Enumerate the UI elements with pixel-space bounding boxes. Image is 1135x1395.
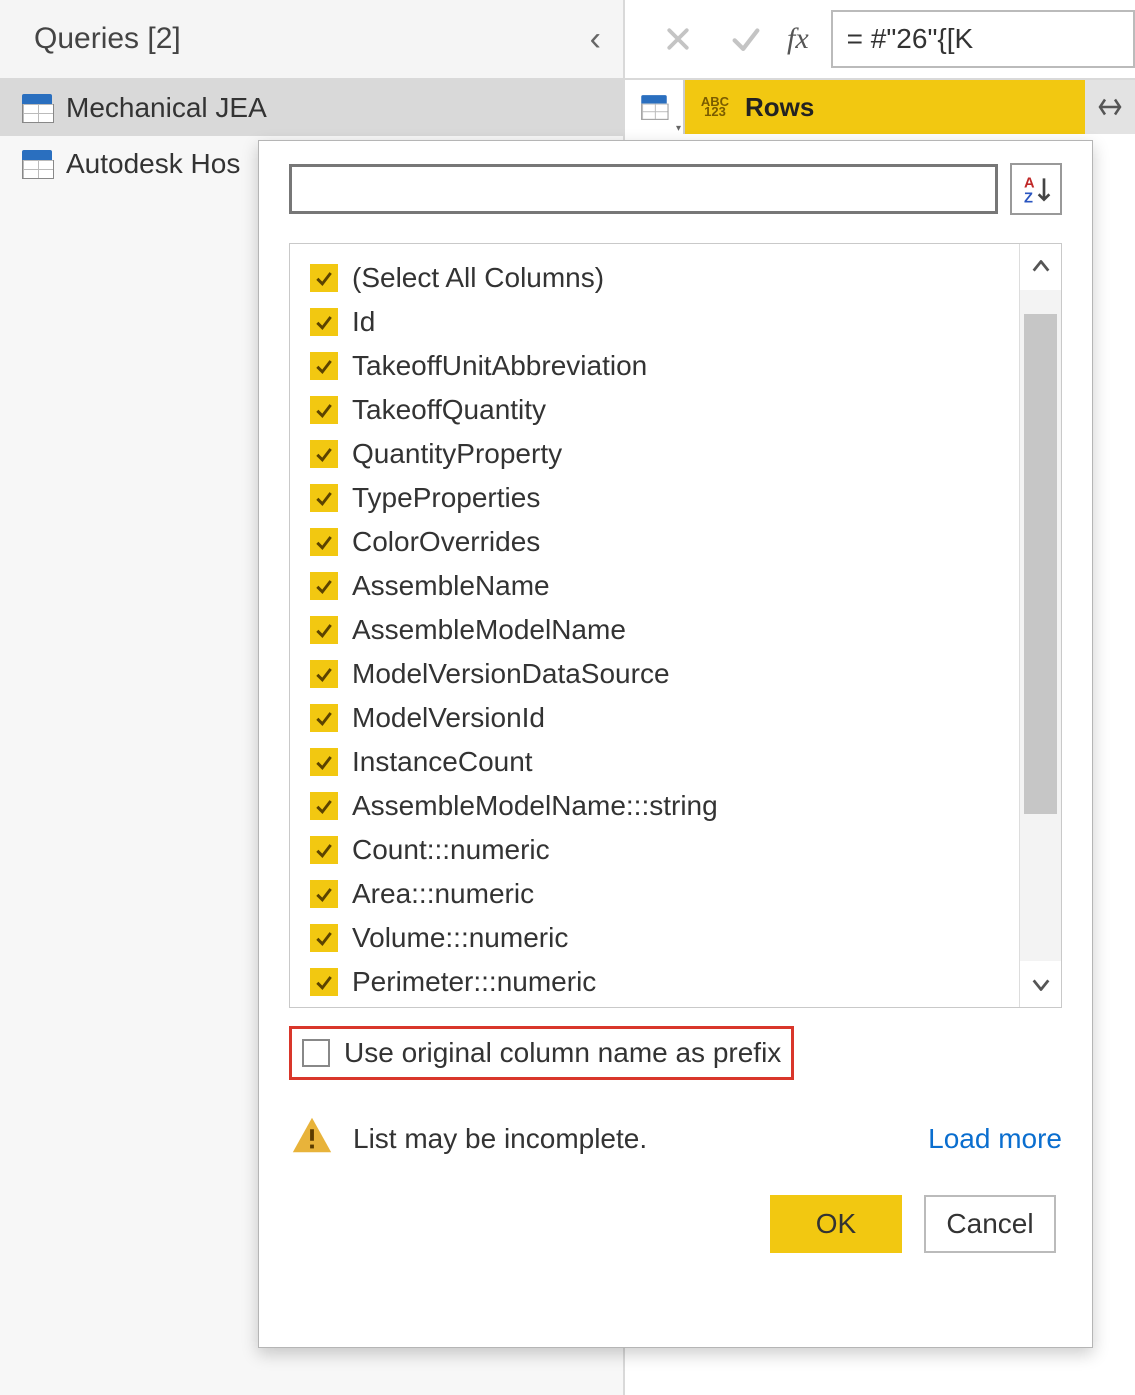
table-icon: [22, 150, 52, 178]
checkbox-checked-icon: [310, 264, 338, 292]
checkbox-checked-icon: [310, 704, 338, 732]
formula-input[interactable]: = #"26"{[K: [831, 10, 1135, 68]
column-option[interactable]: ModelVersionDataSource: [290, 652, 1019, 696]
use-original-prefix-checkbox[interactable]: Use original column name as prefix: [289, 1026, 794, 1080]
column-option[interactable]: TakeoffUnitAbbreviation: [290, 344, 1019, 388]
collapse-chevron-icon[interactable]: ‹: [590, 20, 601, 59]
query-item-label: Autodesk Hos: [66, 148, 240, 180]
dialog-buttons: OK Cancel: [259, 1165, 1092, 1253]
search-input[interactable]: [289, 164, 998, 214]
scrollbar[interactable]: [1019, 244, 1061, 1007]
scroll-down-icon[interactable]: [1020, 961, 1061, 1007]
checkbox-checked-icon: [310, 880, 338, 908]
prefix-label: Use original column name as prefix: [344, 1037, 781, 1069]
ok-button[interactable]: OK: [770, 1195, 902, 1253]
column-rows-header[interactable]: ABC123 Rows: [685, 80, 1085, 134]
chevron-down-icon: ▾: [676, 123, 681, 134]
table-icon: [22, 94, 52, 122]
column-option[interactable]: AssembleModelName:::string: [290, 784, 1019, 828]
expand-columns-dropdown: A Z (Select All Columns) Id TakeoffUnitAbb…: [258, 140, 1093, 1348]
column-option-label: ModelVersionId: [352, 702, 545, 734]
load-more-link[interactable]: Load more: [928, 1123, 1062, 1155]
fx-label[interactable]: fx: [787, 22, 809, 56]
queries-header: Queries [2] ‹: [0, 0, 623, 80]
cancel-icon[interactable]: [651, 12, 705, 66]
checkbox-checked-icon: [310, 660, 338, 688]
column-option-label: ModelVersionDataSource: [352, 658, 670, 690]
warning-row: List may be incomplete. Load more: [259, 1080, 1092, 1165]
column-option[interactable]: Count:::numeric: [290, 828, 1019, 872]
warning-text: List may be incomplete.: [353, 1123, 910, 1155]
warning-icon: [289, 1112, 335, 1165]
column-option[interactable]: Volume:::numeric: [290, 916, 1019, 960]
column-option[interactable]: AssembleName: [290, 564, 1019, 608]
column-option[interactable]: Length:::numeric: [290, 1004, 1019, 1007]
column-option[interactable]: InstanceCount: [290, 740, 1019, 784]
column-option-label: AssembleModelName: [352, 614, 626, 646]
column-option-label: AssembleModelName:::string: [352, 790, 718, 822]
expand-column-button[interactable]: [1085, 80, 1135, 134]
cancel-button[interactable]: Cancel: [924, 1195, 1056, 1253]
checkbox-checked-icon: [310, 308, 338, 336]
column-label: Rows: [745, 92, 1075, 123]
table-corner-button[interactable]: ▾: [625, 80, 685, 134]
columns-listbox: (Select All Columns) Id TakeoffUnitAbbrevi…: [289, 243, 1062, 1008]
checkbox-checked-icon: [310, 396, 338, 424]
column-option-label: ColorOverrides: [352, 526, 540, 558]
checkbox-checked-icon: [310, 528, 338, 556]
checkbox-checked-icon: [310, 748, 338, 776]
column-option-label: QuantityProperty: [352, 438, 562, 470]
sort-az-button[interactable]: A Z: [1010, 163, 1062, 215]
queries-title: Queries [2]: [34, 22, 181, 56]
checkbox-checked-icon: [310, 924, 338, 952]
checkbox-checked-icon: [310, 572, 338, 600]
formula-value: = #"26"{[K: [847, 23, 974, 55]
table-icon: [641, 95, 667, 119]
column-option-label: (Select All Columns): [352, 262, 604, 294]
column-option-label: Count:::numeric: [352, 834, 550, 866]
column-option[interactable]: (Select All Columns): [290, 256, 1019, 300]
datatype-any-icon: ABC123: [695, 90, 735, 124]
column-option[interactable]: ColorOverrides: [290, 520, 1019, 564]
column-option[interactable]: TypeProperties: [290, 476, 1019, 520]
column-option[interactable]: Perimeter:::numeric: [290, 960, 1019, 1004]
column-option-label: Perimeter:::numeric: [352, 966, 596, 998]
column-option-label: TakeoffUnitAbbreviation: [352, 350, 647, 382]
formula-bar-row: fx = #"26"{[K: [625, 0, 1135, 80]
column-option[interactable]: AssembleModelName: [290, 608, 1019, 652]
svg-text:A: A: [1024, 176, 1035, 192]
checkbox-checked-icon: [310, 836, 338, 864]
scroll-up-icon[interactable]: [1020, 244, 1061, 290]
svg-text:Z: Z: [1024, 190, 1033, 205]
checkbox-checked-icon: [310, 616, 338, 644]
column-option-label: Volume:::numeric: [352, 922, 568, 954]
column-option[interactable]: TakeoffQuantity: [290, 388, 1019, 432]
column-option[interactable]: ModelVersionId: [290, 696, 1019, 740]
column-option[interactable]: Id: [290, 300, 1019, 344]
column-option[interactable]: Area:::numeric: [290, 872, 1019, 916]
column-option-label: TypeProperties: [352, 482, 540, 514]
column-header-row: ▾ ABC123 Rows: [625, 80, 1135, 134]
query-item-mechanical-jea[interactable]: Mechanical JEA: [0, 80, 623, 136]
confirm-icon[interactable]: [719, 12, 773, 66]
checkbox-icon: [302, 1039, 330, 1067]
checkbox-checked-icon: [310, 792, 338, 820]
column-option-label: Area:::numeric: [352, 878, 534, 910]
checkbox-checked-icon: [310, 968, 338, 996]
query-item-label: Mechanical JEA: [66, 92, 267, 124]
checkbox-checked-icon: [310, 484, 338, 512]
column-option-label: Id: [352, 306, 375, 338]
column-option-label: InstanceCount: [352, 746, 533, 778]
column-option-label: TakeoffQuantity: [352, 394, 546, 426]
checkbox-checked-icon: [310, 440, 338, 468]
scroll-thumb[interactable]: [1024, 314, 1057, 814]
column-option-label: AssembleName: [352, 570, 550, 602]
checkbox-checked-icon: [310, 352, 338, 380]
column-option[interactable]: QuantityProperty: [290, 432, 1019, 476]
